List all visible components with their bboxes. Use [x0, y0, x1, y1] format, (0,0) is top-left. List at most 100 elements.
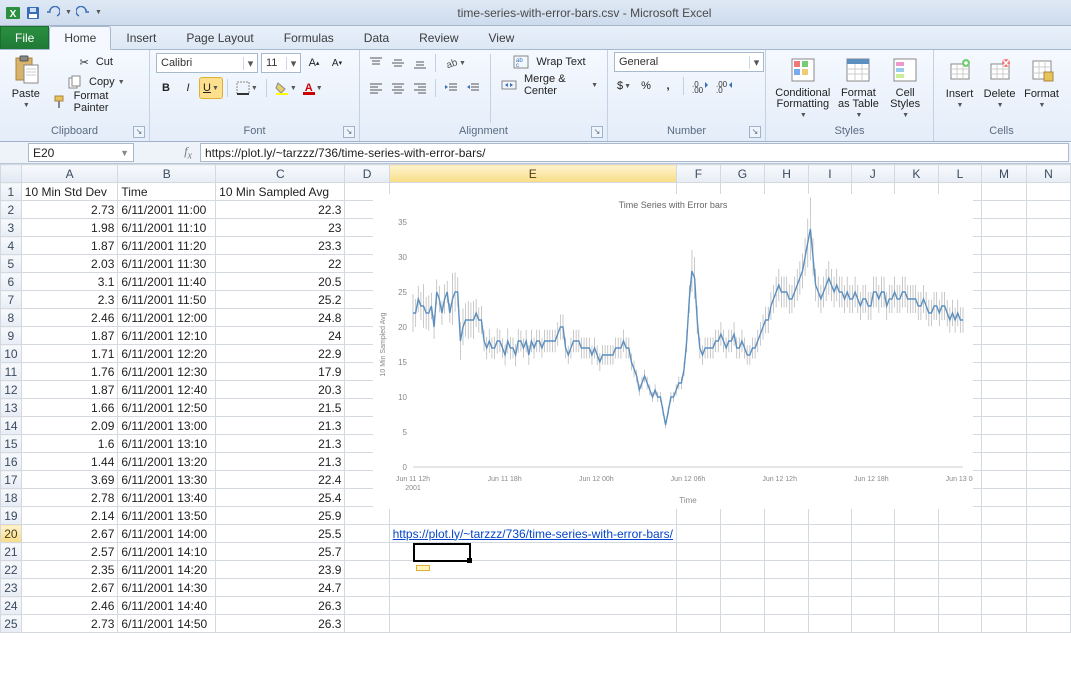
merge-center-button[interactable]: Merge & Center▼ [498, 75, 601, 95]
cell-K19[interactable] [894, 507, 938, 525]
cell-M2[interactable] [982, 201, 1027, 219]
cell-K22[interactable] [894, 561, 938, 579]
cell-C16[interactable]: 21.3 [216, 453, 345, 471]
cell-D24[interactable] [345, 597, 389, 615]
cell-N25[interactable] [1026, 615, 1070, 633]
cell-N22[interactable] [1026, 561, 1070, 579]
insert-cells-button[interactable]: Insert▼ [940, 52, 979, 111]
cell-A25[interactable]: 2.73 [21, 615, 118, 633]
cell-G20[interactable] [720, 525, 764, 543]
delete-cells-button[interactable]: Delete▼ [979, 52, 1020, 111]
row-header-23[interactable]: 23 [1, 579, 22, 597]
cell-G19[interactable] [720, 507, 764, 525]
cell-B13[interactable]: 6/11/2001 12:50 [118, 399, 216, 417]
clipboard-launcher-icon[interactable]: ↘ [133, 126, 145, 138]
col-header-F[interactable]: F [677, 165, 721, 183]
cell-L19[interactable] [938, 507, 981, 525]
fill-color-button[interactable]: ▼ [272, 78, 300, 98]
format-painter-button[interactable]: Format Painter [50, 92, 143, 112]
percent-format-icon[interactable]: % [636, 76, 656, 96]
row-header-16[interactable]: 16 [1, 453, 22, 471]
align-top-icon[interactable] [366, 53, 386, 73]
col-header-A[interactable]: A [21, 165, 118, 183]
cell-F23[interactable] [677, 579, 721, 597]
cell-D22[interactable] [345, 561, 389, 579]
cell-B24[interactable]: 6/11/2001 14:40 [118, 597, 216, 615]
cell-A9[interactable]: 1.87 [21, 327, 118, 345]
cell-styles-button[interactable]: Cell Styles▼ [883, 52, 927, 121]
row-header-21[interactable]: 21 [1, 543, 22, 561]
cell-G25[interactable] [720, 615, 764, 633]
cell-B8[interactable]: 6/11/2001 12:00 [118, 309, 216, 327]
cell-B18[interactable]: 6/11/2001 13:40 [118, 489, 216, 507]
col-header-J[interactable]: J [851, 165, 894, 183]
cell-A15[interactable]: 1.6 [21, 435, 118, 453]
cell-H25[interactable] [765, 615, 809, 633]
cell-I21[interactable] [809, 543, 851, 561]
cell-B12[interactable]: 6/11/2001 12:40 [118, 381, 216, 399]
cell-B16[interactable]: 6/11/2001 13:20 [118, 453, 216, 471]
cell-C5[interactable]: 22 [216, 255, 345, 273]
cell-H21[interactable] [765, 543, 809, 561]
orientation-icon[interactable]: ab▼ [441, 53, 469, 73]
cell-M22[interactable] [982, 561, 1027, 579]
cell-C17[interactable]: 22.4 [216, 471, 345, 489]
row-header-4[interactable]: 4 [1, 237, 22, 255]
cell-M19[interactable] [982, 507, 1027, 525]
paste-button[interactable]: Paste ▼ [6, 52, 46, 111]
cell-A8[interactable]: 2.46 [21, 309, 118, 327]
cell-G23[interactable] [720, 579, 764, 597]
col-header-M[interactable]: M [982, 165, 1027, 183]
cell-C14[interactable]: 21.3 [216, 417, 345, 435]
conditional-formatting-button[interactable]: Conditional Formatting▼ [772, 52, 834, 121]
cell-K25[interactable] [894, 615, 938, 633]
cell-L23[interactable] [938, 579, 981, 597]
cell-C15[interactable]: 21.3 [216, 435, 345, 453]
redo-icon[interactable] [74, 4, 92, 22]
cell-E21[interactable] [389, 543, 676, 561]
cell-K23[interactable] [894, 579, 938, 597]
cell-F21[interactable] [677, 543, 721, 561]
cell-C24[interactable]: 26.3 [216, 597, 345, 615]
cell-M24[interactable] [982, 597, 1027, 615]
font-size-combo[interactable]: 11▾ [261, 53, 301, 73]
cell-A12[interactable]: 1.87 [21, 381, 118, 399]
cell-E20[interactable]: https://plot.ly/~tarzzz/736/time-series-… [389, 525, 676, 543]
cell-B7[interactable]: 6/11/2001 11:50 [118, 291, 216, 309]
increase-font-icon[interactable]: A▴ [304, 53, 324, 73]
row-header-12[interactable]: 12 [1, 381, 22, 399]
cell-N3[interactable] [1026, 219, 1070, 237]
row-header-13[interactable]: 13 [1, 399, 22, 417]
cell-B5[interactable]: 6/11/2001 11:30 [118, 255, 216, 273]
cell-M7[interactable] [982, 291, 1027, 309]
cell-M21[interactable] [982, 543, 1027, 561]
cell-M23[interactable] [982, 579, 1027, 597]
cell-L20[interactable] [938, 525, 981, 543]
formula-input[interactable]: https://plot.ly/~tarzzz/736/time-series-… [200, 143, 1069, 162]
cell-C10[interactable]: 22.9 [216, 345, 345, 363]
decrease-decimal-icon[interactable]: .00.0 [713, 76, 735, 96]
cell-E24[interactable] [389, 597, 676, 615]
tab-insert[interactable]: Insert [111, 26, 171, 49]
cell-B2[interactable]: 6/11/2001 11:00 [118, 201, 216, 219]
cell-M3[interactable] [982, 219, 1027, 237]
cell-A10[interactable]: 1.71 [21, 345, 118, 363]
cell-F22[interactable] [677, 561, 721, 579]
cell-A20[interactable]: 2.67 [21, 525, 118, 543]
cell-B10[interactable]: 6/11/2001 12:20 [118, 345, 216, 363]
cell-C8[interactable]: 24.8 [216, 309, 345, 327]
row-header-9[interactable]: 9 [1, 327, 22, 345]
cell-D20[interactable] [345, 525, 389, 543]
borders-button[interactable]: ▼ [233, 78, 261, 98]
cell-F24[interactable] [677, 597, 721, 615]
cell-M15[interactable] [982, 435, 1027, 453]
cell-B19[interactable]: 6/11/2001 13:50 [118, 507, 216, 525]
cell-N10[interactable] [1026, 345, 1070, 363]
cell-B15[interactable]: 6/11/2001 13:10 [118, 435, 216, 453]
cell-E19[interactable] [389, 507, 676, 525]
format-cells-button[interactable]: Format▼ [1020, 52, 1063, 111]
cell-C4[interactable]: 23.3 [216, 237, 345, 255]
cell-N11[interactable] [1026, 363, 1070, 381]
cell-M16[interactable] [982, 453, 1027, 471]
cell-E25[interactable] [389, 615, 676, 633]
